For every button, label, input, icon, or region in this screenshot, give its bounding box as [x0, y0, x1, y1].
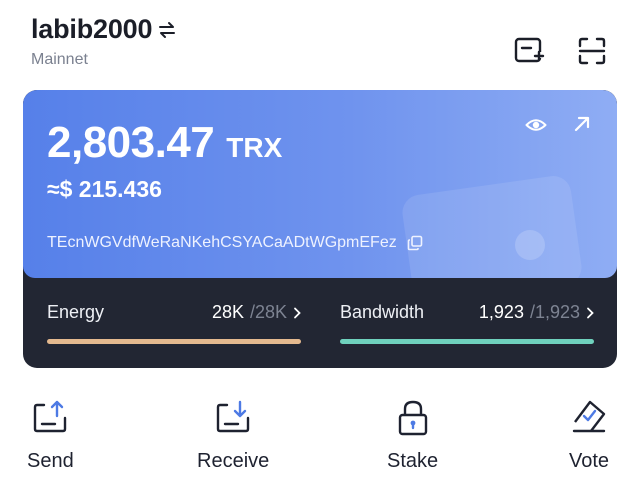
stake-button[interactable]: Stake: [387, 398, 438, 473]
switch-wallet-icon[interactable]: [157, 20, 177, 40]
bandwidth-max: /1,923: [529, 302, 580, 322]
arrow-up-right-icon[interactable]: [572, 114, 592, 134]
lock-icon: [398, 400, 427, 436]
energy-label: Energy: [47, 302, 105, 322]
bandwidth-current: 1,923: [478, 302, 524, 322]
receive-icon: [216, 400, 250, 433]
vote-label: Vote: [569, 450, 610, 472]
balance-amount: 2,803.47: [47, 118, 215, 167]
receive-label: Receive: [197, 450, 270, 472]
network-label: Mainnet: [31, 51, 88, 68]
wallet-name[interactable]: labib2000: [31, 14, 152, 45]
energy-progress-bar: [47, 339, 301, 344]
stake-label: Stake: [387, 450, 439, 472]
energy-resource[interactable]: Energy 28K /28K: [47, 302, 301, 344]
copy-icon[interactable]: [407, 235, 423, 251]
send-button[interactable]: Send: [27, 398, 74, 473]
add-wallet-icon[interactable]: [513, 35, 545, 67]
account-card: 2,803.47 TRX ≈$ 215.436 TEcnWGVdfWeRaNKe…: [23, 90, 617, 368]
wallet-name-switcher[interactable]: labib2000: [31, 14, 177, 45]
balance-panel[interactable]: 2,803.47 TRX ≈$ 215.436 TEcnWGVdfWeRaNKe…: [23, 90, 617, 278]
send-icon: [34, 400, 67, 433]
energy-current: 28K: [211, 302, 244, 322]
action-bar: Send Receive Stake Vote: [0, 398, 640, 477]
bandwidth-resource[interactable]: Bandwidth 1,923 /1,923: [340, 302, 594, 344]
fiat-value: ≈$ 215.436: [47, 176, 162, 202]
wallet-header: labib2000 Mainnet: [31, 14, 177, 69]
address-text: TEcnWGVdfWeRaNKehCSYACaADtWGpmEFez: [47, 234, 397, 251]
send-label: Send: [27, 450, 74, 472]
energy-max: /28K: [249, 302, 287, 322]
card-decoration-dot: [515, 230, 545, 260]
receive-button[interactable]: Receive: [197, 398, 269, 473]
vote-button[interactable]: Vote: [569, 398, 609, 473]
card-decoration: [400, 173, 584, 278]
bandwidth-label: Bandwidth: [340, 302, 425, 322]
scan-icon[interactable]: [576, 35, 608, 67]
balance-unit: TRX: [226, 132, 283, 163]
balance: 2,803.47 TRX: [47, 118, 282, 168]
eye-icon[interactable]: [525, 114, 547, 136]
wallet-address: TEcnWGVdfWeRaNKehCSYACaADtWGpmEFez: [47, 234, 423, 252]
vote-icon: [572, 400, 606, 433]
bandwidth-progress-bar: [340, 339, 594, 344]
chevron-right-icon: [587, 307, 594, 318]
chevron-right-icon: [294, 307, 301, 318]
